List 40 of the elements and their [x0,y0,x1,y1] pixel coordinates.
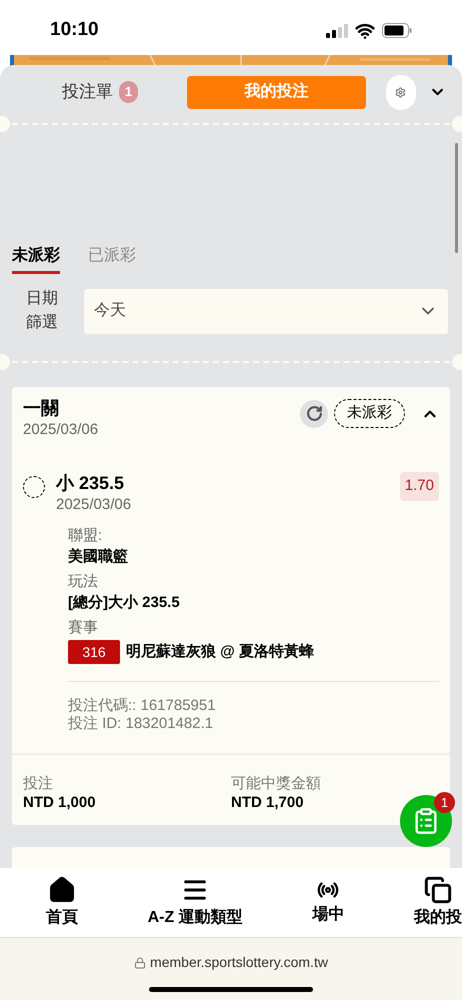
selection-radio-icon [23,476,45,498]
status-pill: 未派彩 [334,399,405,428]
bet-type-title: 一關 [23,397,60,419]
detail-label: 玩法 [68,572,99,592]
bet-date: 2025/03/06 [23,420,98,440]
battery-icon [382,23,412,38]
home-icon [48,876,76,904]
amount-label: 投注 [23,775,54,793]
date-filter-label: 日期篩選 [25,289,59,333]
date-filter-dropdown[interactable]: 今天 [84,288,448,334]
copy-icon [424,876,452,904]
refresh-icon [306,405,322,422]
refresh-button[interactable] [300,400,328,428]
nav-item[interactable]: A-Z 運動類型 [148,876,243,930]
signal-icon [326,24,348,38]
betslip-count-badge: 1 [119,81,138,103]
settings-button[interactable] [386,74,416,110]
event-name: 明尼蘇達灰狼 @ 夏洛特黃蜂 [126,642,314,662]
nav-item[interactable]: 首頁 [46,876,78,930]
url-text[interactable]: member.sportslottery.com.tw [150,952,328,973]
selection-name: 小 235.5 [56,472,126,494]
odds-badge: 1.70 [400,472,439,500]
bet-code: 投注 ID: 183201482.1 [68,715,214,733]
amount-value: NTD 1,700 [231,793,305,813]
detail-value: 美國職籃 [68,546,129,567]
event-number-badge: 316 [68,640,120,664]
lock-icon [134,956,146,968]
tab[interactable]: 未派彩 [12,241,60,274]
selection-date: 2025/03/06 [56,494,132,514]
detail-label: 賽事 [68,618,99,638]
bet-code: 投注代碼:: 161785951 [68,697,217,715]
status-time: 10:10 [50,18,99,42]
nav-item[interactable]: 我的投 [414,876,462,930]
betslip-label[interactable]: 投注單 [62,79,113,105]
detail-label: 聯盟: [68,526,104,546]
detail-value: [總分]大小 235.5 [68,593,181,613]
settings-icon [395,86,406,98]
nav-item[interactable]: 場中 [312,878,344,926]
amount-value: NTD 1,000 [23,793,97,813]
amount-label: 可能中獎金額 [231,775,322,793]
